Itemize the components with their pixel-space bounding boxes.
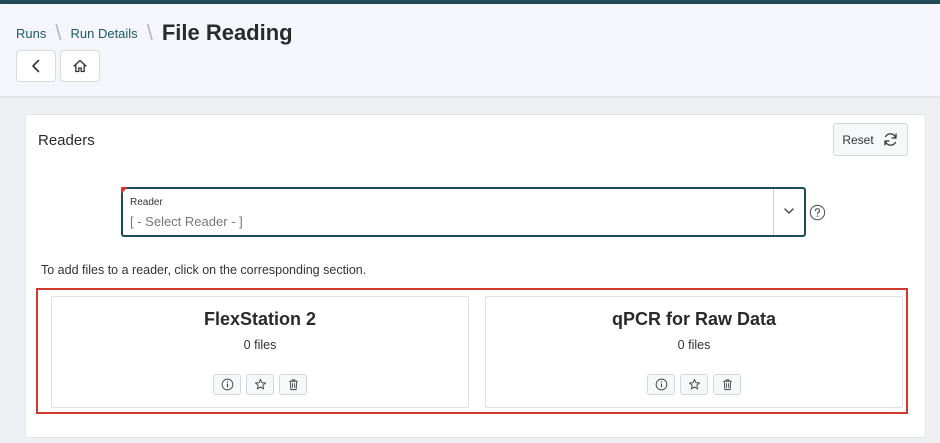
back-button[interactable] xyxy=(16,50,56,82)
select-divider xyxy=(773,189,774,235)
breadcrumb-separator: \ xyxy=(55,20,62,45)
reset-button-label: Reset xyxy=(842,132,874,147)
info-icon xyxy=(221,378,233,391)
info-button[interactable] xyxy=(647,374,675,395)
chevron-down-icon[interactable] xyxy=(782,204,796,218)
favorite-button[interactable] xyxy=(246,374,274,395)
refresh-icon xyxy=(884,133,897,146)
delete-button[interactable] xyxy=(713,374,741,395)
breadcrumb-separator: \ xyxy=(146,20,153,45)
favorite-button[interactable] xyxy=(680,374,708,395)
reader-card-qpcr-for-raw-data[interactable]: qPCR for Raw Data 0 files xyxy=(485,296,903,408)
page-header: Runs \ Run Details \ File Reading xyxy=(0,4,940,97)
trash-icon xyxy=(288,379,298,391)
star-icon xyxy=(254,378,266,390)
help-icon[interactable] xyxy=(809,204,826,221)
reader-actions xyxy=(52,374,468,395)
reader-name: qPCR for Raw Data xyxy=(611,309,777,329)
breadcrumb: Runs \ Run Details \ File Reading xyxy=(16,19,293,47)
reader-name: FlexStation 2 xyxy=(203,309,317,329)
reader-file-count: 0 files xyxy=(677,338,711,352)
reader-file-count: 0 files xyxy=(243,338,277,352)
page-title: File Reading xyxy=(161,20,293,45)
breadcrumb-run-details[interactable]: Run Details xyxy=(70,26,137,41)
readers-list: FlexStation 2 0 files qPCR for Raw Data … xyxy=(36,288,908,414)
readers-panel: Readers Reset Reader [ - Select Reader -… xyxy=(25,114,926,438)
reader-actions xyxy=(486,374,902,395)
star-icon xyxy=(688,378,700,390)
chevron-left-icon xyxy=(32,59,40,73)
reader-select-value: [ - Select Reader - ] xyxy=(130,214,243,229)
delete-button[interactable] xyxy=(279,374,307,395)
breadcrumb-runs[interactable]: Runs xyxy=(16,26,46,41)
reset-button[interactable]: Reset xyxy=(833,123,908,156)
reader-select-label: Reader xyxy=(130,197,163,208)
trash-icon xyxy=(722,379,732,391)
required-indicator xyxy=(121,187,128,194)
info-button[interactable] xyxy=(213,374,241,395)
panel-title: Readers xyxy=(38,132,95,149)
home-icon xyxy=(73,59,87,73)
instructions-text: To add files to a reader, click on the c… xyxy=(41,263,367,277)
reader-select[interactable]: Reader [ - Select Reader - ] xyxy=(121,187,806,237)
reader-card-flexstation-2[interactable]: FlexStation 2 0 files xyxy=(51,296,469,408)
info-icon xyxy=(655,378,667,391)
home-button[interactable] xyxy=(60,50,100,82)
